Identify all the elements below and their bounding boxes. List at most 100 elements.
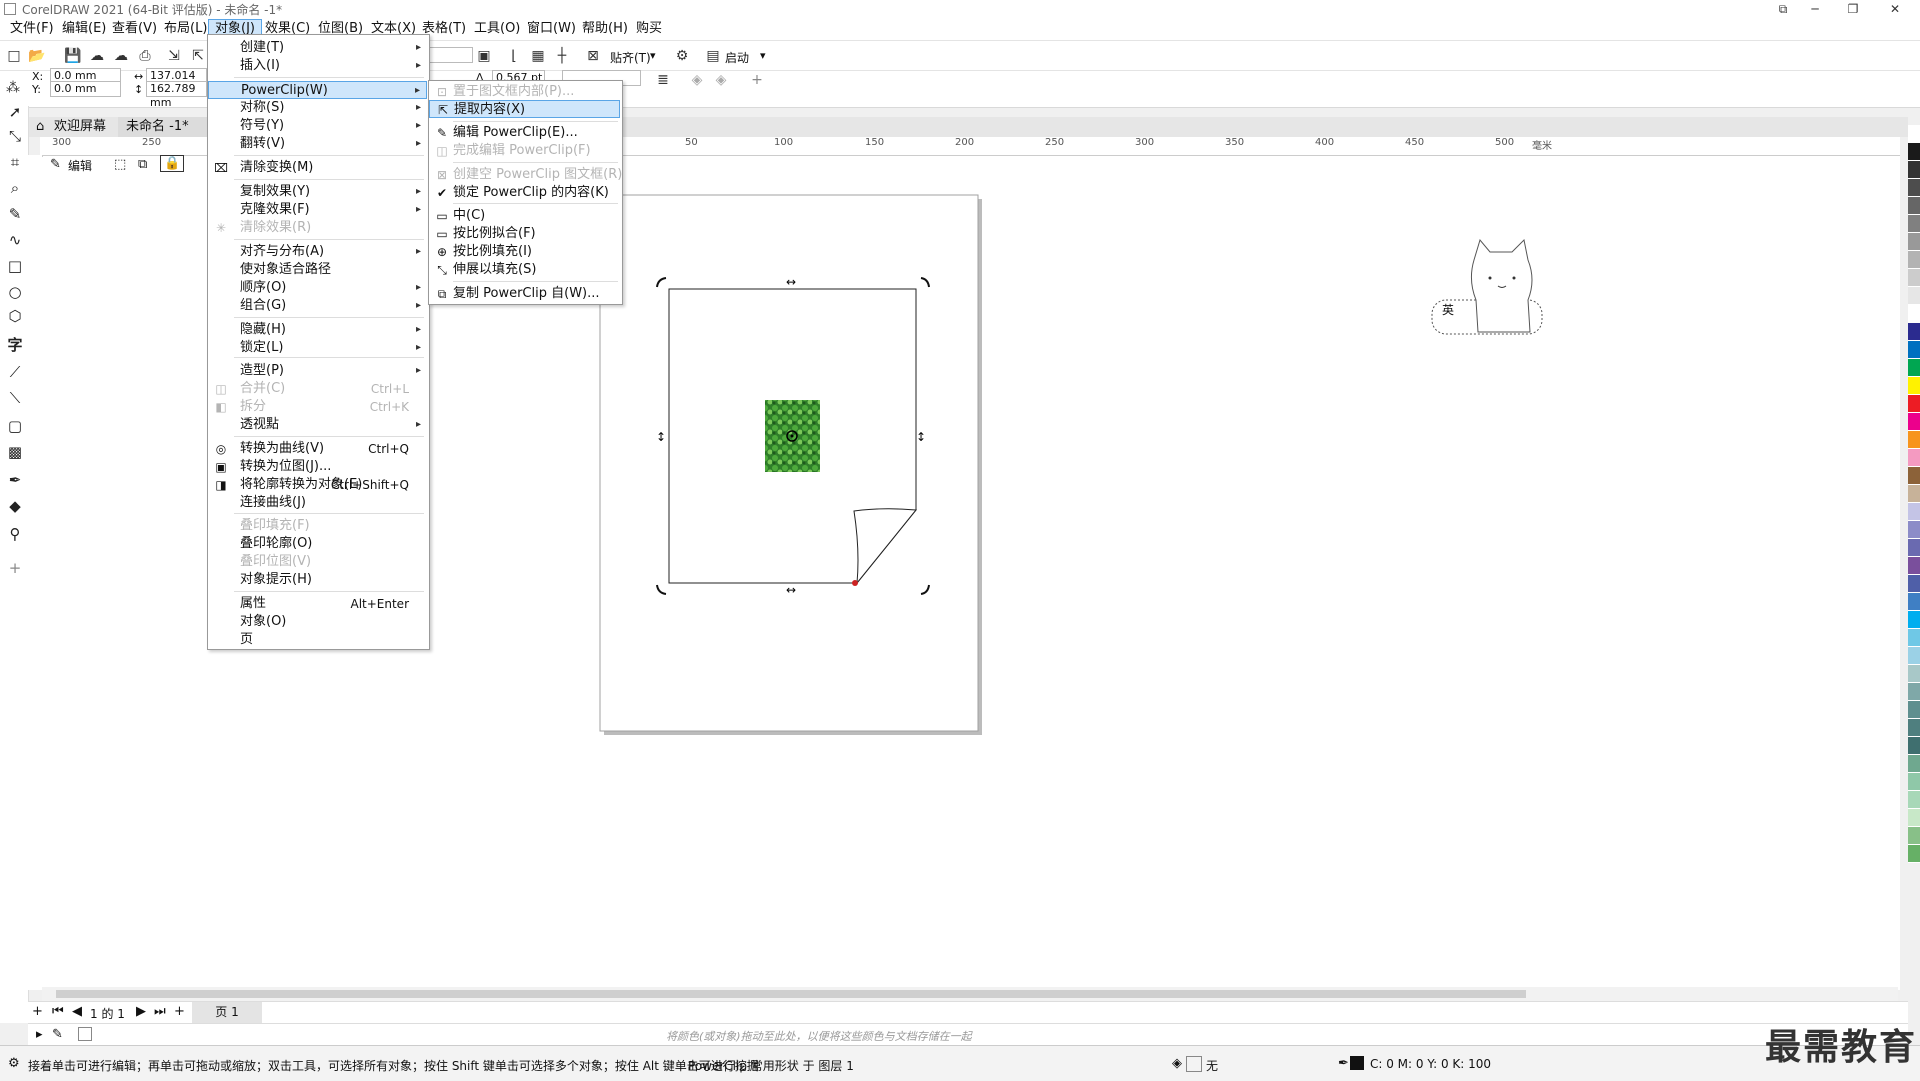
palette-swatch[interactable]: [1908, 773, 1920, 791]
powerclip-menu-item[interactable]: ✎ 编辑 PowerClip(E)...: [429, 124, 620, 142]
chevron-down-icon[interactable]: ▾: [760, 49, 766, 62]
object-menu-item[interactable]: 复制效果(Y) ▸: [208, 183, 427, 201]
object-menu-item[interactable]: ◎ 转换为曲线(V) Ctrl+Q: [208, 440, 427, 458]
interactive-fill-icon[interactable]: ◆: [5, 496, 25, 516]
save-icon[interactable]: 💾: [64, 47, 82, 65]
menu-window[interactable]: 窗口(W): [521, 20, 582, 38]
palette-swatch[interactable]: [1908, 485, 1920, 503]
rectangle-tool-icon[interactable]: □: [5, 256, 25, 276]
object-menu-item[interactable]: 锁定(L) ▸: [208, 339, 427, 357]
tab-page-1[interactable]: 页 1: [192, 1002, 262, 1023]
drop-shadow-icon[interactable]: ▢: [5, 416, 25, 436]
gear-icon[interactable]: ⚙: [673, 47, 691, 65]
extract-contents-icon[interactable]: ⧉: [138, 157, 147, 172]
scrollbar-thumb[interactable]: [56, 990, 1526, 998]
export-icon[interactable]: ⇱: [189, 47, 207, 65]
palette-swatch[interactable]: [1908, 575, 1920, 593]
palette-swatch[interactable]: [1908, 161, 1920, 179]
palette-swatch[interactable]: [1908, 809, 1920, 827]
snap-off-icon[interactable]: ⊠: [584, 47, 602, 65]
grid-icon[interactable]: ▦: [529, 47, 547, 65]
palette-swatch[interactable]: [1908, 287, 1920, 305]
last-page-icon[interactable]: ⏭: [154, 1004, 166, 1019]
expand-icon[interactable]: ▸: [36, 1027, 43, 1042]
object-menu-item[interactable]: 顺序(O) ▸: [208, 279, 427, 297]
cloud-upload-icon[interactable]: ☁: [112, 47, 130, 65]
palette-swatch[interactable]: [1908, 305, 1920, 323]
eyedropper-icon[interactable]: ✎: [52, 1027, 63, 1042]
add-tool-icon[interactable]: +: [5, 558, 25, 578]
horizontal-scrollbar[interactable]: [42, 987, 1898, 1001]
layer-icon[interactable]: ◈: [688, 71, 706, 89]
menu-layout[interactable]: 布局(L): [158, 20, 213, 38]
palette-swatch[interactable]: [1908, 125, 1920, 143]
object-origin-icon[interactable]: ⁂: [4, 79, 22, 97]
restore-icon[interactable]: ⧉: [1768, 0, 1798, 18]
powerclip-menu-item[interactable]: ✔ 锁定 PowerClip 的内容(K): [429, 184, 620, 202]
no-color-swatch[interactable]: [78, 1027, 92, 1041]
add-icon[interactable]: +: [748, 71, 766, 89]
freehand-tool-icon[interactable]: ✎: [5, 204, 25, 224]
next-page-icon[interactable]: ▶: [136, 1004, 146, 1019]
previous-page-icon[interactable]: ◀: [72, 1004, 82, 1019]
object-menu-item[interactable]: 页: [208, 631, 427, 649]
object-menu-item[interactable]: 翻转(V) ▸: [208, 135, 427, 153]
tab-welcome[interactable]: 欢迎屏幕: [46, 117, 114, 137]
palette-swatch[interactable]: [1908, 323, 1920, 341]
palette-swatch[interactable]: [1908, 395, 1920, 413]
launch-icon[interactable]: ▤: [704, 47, 722, 65]
powerclip-menu-item[interactable]: ⊕ 按比例填充(I): [429, 243, 620, 261]
palette-swatch[interactable]: [1908, 521, 1920, 539]
palette-swatch[interactable]: [1908, 251, 1920, 269]
chevron-down-icon[interactable]: ▾: [650, 49, 656, 62]
edit-powerclip-button[interactable]: 编辑: [68, 157, 92, 174]
object-menu-item[interactable]: 使对象适合路径: [208, 261, 427, 279]
add-page-after-icon[interactable]: +: [174, 1004, 185, 1019]
powerclip-menu-item[interactable]: ⧉ 复制 PowerClip 自(W)...: [429, 285, 620, 303]
object-menu-item[interactable]: ◨ 将轮廓转换为对象(E) Ctrl+Shift+Q: [208, 476, 427, 494]
parallel-dimension-icon[interactable]: ⟋: [5, 362, 25, 382]
palette-swatch[interactable]: [1908, 737, 1920, 755]
menu-edit[interactable]: 编辑(E): [56, 20, 112, 38]
palette-swatch[interactable]: [1908, 215, 1920, 233]
palette-swatch[interactable]: [1908, 359, 1920, 377]
import-icon[interactable]: ⇲: [165, 47, 183, 65]
artistic-media-icon[interactable]: ∿: [5, 230, 25, 250]
object-menu-item[interactable]: 创建(T) ▸: [208, 39, 427, 57]
snap-to-dropdown[interactable]: 贴齐(T): [610, 49, 651, 66]
palette-swatch[interactable]: [1908, 233, 1920, 251]
object-menu-item[interactable]: 透视點 ▸: [208, 416, 427, 434]
tab-document[interactable]: 未命名 -1*: [118, 117, 208, 137]
print-icon[interactable]: ⎙: [136, 47, 154, 65]
crop-tool-icon[interactable]: ⌗: [5, 152, 25, 172]
powerclip-menu-item[interactable]: ▭ 按比例拟合(F): [429, 225, 620, 243]
object-menu-item[interactable]: 插入(I) ▸: [208, 57, 427, 75]
object-menu-item[interactable]: ▣ 转换为位图(J)...: [208, 458, 427, 476]
transparency-icon[interactable]: ▩: [5, 442, 25, 462]
palette-swatch[interactable]: [1908, 629, 1920, 647]
palette-swatch[interactable]: [1908, 197, 1920, 215]
object-menu-item[interactable]: 造型(P) ▸: [208, 362, 427, 380]
zoom-level-field[interactable]: [428, 47, 473, 63]
menu-help[interactable]: 帮助(H): [576, 20, 634, 38]
menu-tools[interactable]: 工具(O): [468, 20, 526, 38]
open-icon[interactable]: 📂: [28, 47, 46, 65]
guidelines-icon[interactable]: ┼: [553, 47, 571, 65]
powerclip-menu-item[interactable]: ▭ 中(C): [429, 207, 620, 225]
palette-swatch[interactable]: [1908, 593, 1920, 611]
palette-swatch[interactable]: [1908, 539, 1920, 557]
palette-swatch[interactable]: [1908, 701, 1920, 719]
object-menu-item[interactable]: 属性 Alt+Enter: [208, 595, 427, 613]
text-tool-icon[interactable]: 字: [5, 334, 25, 354]
palette-swatch[interactable]: [1908, 503, 1920, 521]
object-menu-item[interactable]: 对齐与分布(A) ▸: [208, 243, 427, 261]
ellipse-tool-icon[interactable]: ○: [5, 282, 25, 302]
object-menu-item[interactable]: 隐藏(H) ▸: [208, 321, 427, 339]
maximize-button[interactable]: ❐: [1838, 0, 1868, 18]
palette-swatch[interactable]: [1908, 827, 1920, 845]
menu-buy[interactable]: 购买: [630, 20, 668, 38]
object-menu-item[interactable]: ⌧ 清除变换(M): [208, 159, 427, 177]
object-menu-item[interactable]: PowerClip(W) ▸: [208, 81, 427, 99]
palette-swatch[interactable]: [1908, 179, 1920, 197]
palette-swatch[interactable]: [1908, 377, 1920, 395]
